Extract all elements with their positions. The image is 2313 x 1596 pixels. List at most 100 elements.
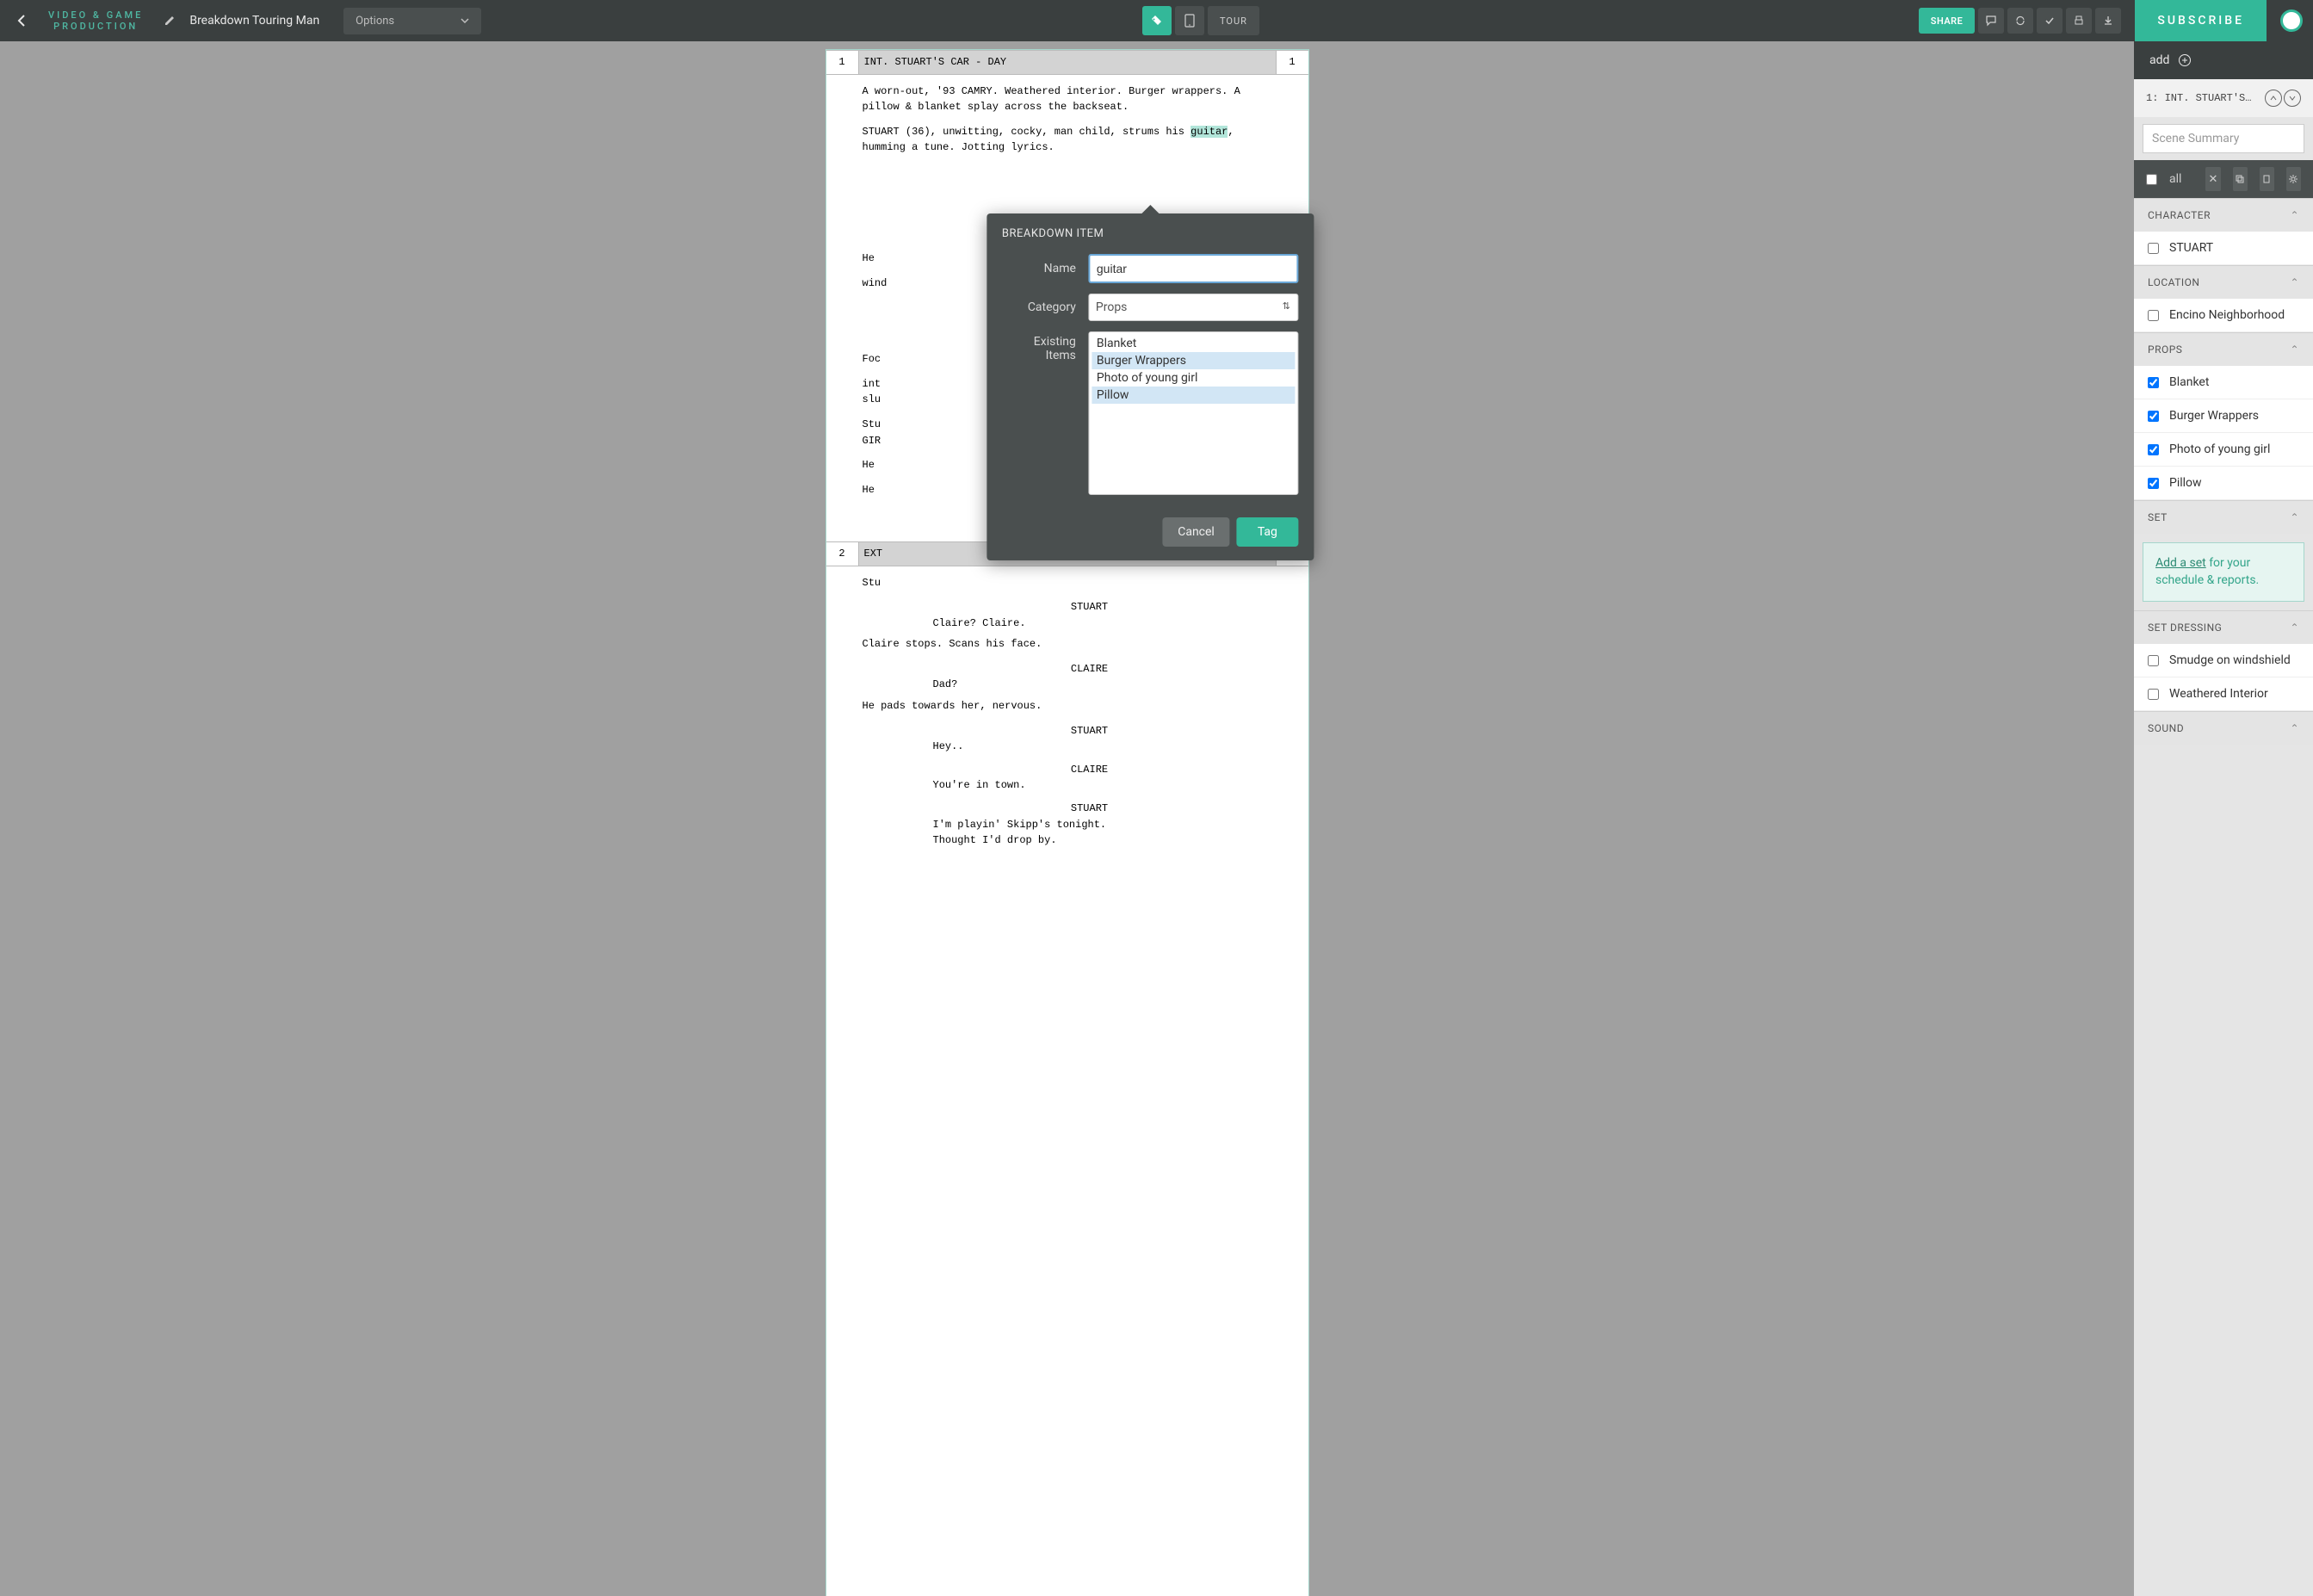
list-item[interactable]: Smudge on windshield <box>2134 644 2313 677</box>
center-tool-group: TOUR <box>1141 6 1259 35</box>
list-item[interactable]: Encino Neighborhood <box>2134 299 2313 332</box>
sync-button[interactable] <box>2007 8 2033 34</box>
category-header-location[interactable]: LOCATION⌃ <box>2134 265 2313 299</box>
chevron-up-icon: ⌃ <box>2290 511 2299 523</box>
options-dropdown[interactable]: Options <box>343 8 481 34</box>
list-item[interactable]: Weathered Interior <box>2134 677 2313 711</box>
name-label: Name <box>1002 262 1088 275</box>
existing-items-list[interactable]: Blanket Burger Wrappers Photo of young g… <box>1088 331 1298 495</box>
category-select[interactable]: Props <box>1088 294 1298 321</box>
list-item[interactable]: Photo of young girl <box>1092 369 1295 387</box>
tag-button[interactable]: Tag <box>1237 517 1298 547</box>
scene-number-left: 1 <box>826 51 859 74</box>
chevron-up-icon: ⌃ <box>2290 276 2299 288</box>
list-item[interactable]: Pillow <box>1092 387 1295 404</box>
download-button[interactable] <box>2095 8 2121 34</box>
back-button[interactable] <box>10 10 33 31</box>
action-line[interactable]: STUART (36), unwitting, cocky, man child… <box>863 124 1274 156</box>
approve-button[interactable] <box>2037 8 2063 34</box>
top-toolbar: VIDEO & GAME PRODUCTION Breakdown Tourin… <box>0 0 2313 41</box>
next-scene-button[interactable] <box>2284 90 2301 107</box>
name-input[interactable] <box>1088 254 1298 283</box>
category-header-set-dressing[interactable]: SET DRESSING⌃ <box>2134 610 2313 644</box>
chevron-up-icon: ⌃ <box>2290 722 2299 734</box>
close-selection-button[interactable]: ✕ <box>2205 167 2220 191</box>
list-item[interactable]: STUART <box>2134 232 2313 265</box>
dialogue-line[interactable]: Dad? <box>863 677 1274 693</box>
action-line[interactable]: Stu <box>863 575 1274 591</box>
item-checkbox[interactable] <box>2148 310 2159 321</box>
scene-number-left: 2 <box>826 542 859 566</box>
breakdown-sidebar: add 1: INT. STUART'S… Scene Summary all … <box>2134 41 2313 1596</box>
edit-icon[interactable] <box>158 15 181 27</box>
item-checkbox[interactable] <box>2148 444 2159 455</box>
brand-logo: VIDEO & GAME PRODUCTION <box>40 9 152 32</box>
character-cue[interactable]: STUART <box>863 801 1274 817</box>
existing-items-label: Existing Items <box>1002 331 1088 362</box>
sidebar-toolbar: all ✕ <box>2134 160 2313 198</box>
item-checkbox[interactable] <box>2148 411 2159 422</box>
right-tool-group: SHARE <box>1919 8 2122 34</box>
plus-circle-icon <box>2178 53 2192 67</box>
settings-button[interactable] <box>2286 167 2301 191</box>
print-button[interactable] <box>2066 8 2092 34</box>
item-checkbox[interactable] <box>2148 689 2159 700</box>
comment-button[interactable] <box>1978 8 2004 34</box>
category-header-set[interactable]: SET⌃ <box>2134 500 2313 534</box>
add-button[interactable]: add <box>2134 41 2313 79</box>
character-cue[interactable]: CLAIRE <box>863 661 1274 677</box>
list-item[interactable]: Pillow <box>2134 467 2313 500</box>
user-avatar[interactable] <box>2280 9 2303 32</box>
chevron-up-icon: ⌃ <box>2290 343 2299 356</box>
chevron-down-icon <box>461 18 469 23</box>
tagged-word[interactable]: guitar <box>1191 126 1228 138</box>
share-button[interactable]: SHARE <box>1919 8 1976 34</box>
scene-heading: INT. STUART'S CAR - DAY <box>859 51 1276 74</box>
action-line[interactable]: He pads towards her, nervous. <box>863 698 1274 714</box>
select-all-checkbox[interactable] <box>2146 174 2157 185</box>
action-line[interactable]: A worn-out, '93 CAMRY. Weathered interio… <box>863 84 1274 115</box>
character-cue[interactable]: STUART <box>863 723 1274 739</box>
document-title: Breakdown Touring Man <box>188 14 319 28</box>
character-cue[interactable]: STUART <box>863 599 1274 616</box>
cancel-button[interactable]: Cancel <box>1162 517 1230 547</box>
scene-heading-row[interactable]: 1 INT. STUART'S CAR - DAY 1 <box>826 50 1308 75</box>
dialogue-line[interactable]: Claire? Claire. <box>863 616 1274 632</box>
list-item[interactable]: Photo of young girl <box>2134 433 2313 467</box>
paste-button[interactable] <box>2260 167 2274 191</box>
list-item[interactable]: Burger Wrappers <box>1092 352 1295 369</box>
subscribe-button[interactable]: SUBSCRIBE <box>2135 0 2267 41</box>
character-cue[interactable]: CLAIRE <box>863 762 1274 778</box>
item-checkbox[interactable] <box>2148 478 2159 489</box>
modal-title: BREAKDOWN ITEM <box>986 213 1314 249</box>
breakdown-item-modal: BREAKDOWN ITEM Name Category Props Exist… <box>986 213 1314 560</box>
dialogue-line[interactable]: You're in town. <box>863 777 1274 794</box>
item-checkbox[interactable] <box>2148 243 2159 254</box>
item-checkbox[interactable] <box>2148 377 2159 388</box>
tour-button[interactable]: TOUR <box>1208 6 1259 35</box>
add-set-hint[interactable]: Add a set for your schedule & reports. <box>2143 542 2304 602</box>
copy-button[interactable] <box>2233 167 2248 191</box>
list-item[interactable]: Burger Wrappers <box>2134 399 2313 433</box>
chevron-up-icon: ⌃ <box>2290 622 2299 634</box>
dialogue-line[interactable]: Hey.. <box>863 739 1274 755</box>
scene-number-right: 1 <box>1276 51 1308 74</box>
tag-mode-button[interactable] <box>1142 6 1172 35</box>
scene-nav-label[interactable]: 1: INT. STUART'S… <box>2146 92 2251 104</box>
scene-summary-input[interactable]: Scene Summary <box>2143 124 2304 153</box>
item-checkbox[interactable] <box>2148 655 2159 666</box>
category-header-props[interactable]: PROPS⌃ <box>2134 332 2313 366</box>
dialogue-line[interactable]: I'm playin' Skipp's tonight. <box>863 817 1274 833</box>
chevron-up-icon: ⌃ <box>2290 209 2299 221</box>
list-item[interactable]: Blanket <box>2134 366 2313 399</box>
category-header-character[interactable]: CHARACTER⌃ <box>2134 198 2313 232</box>
scene-nav: 1: INT. STUART'S… <box>2134 79 2313 117</box>
device-preview-button[interactable] <box>1175 6 1204 35</box>
category-label: Category <box>1002 300 1088 314</box>
gear-icon <box>2288 174 2298 184</box>
dialogue-line[interactable]: Thought I'd drop by. <box>863 832 1274 849</box>
action-line[interactable]: Claire stops. Scans his face. <box>863 636 1274 653</box>
prev-scene-button[interactable] <box>2265 90 2282 107</box>
list-item[interactable]: Blanket <box>1092 335 1295 352</box>
category-header-sound[interactable]: SOUND⌃ <box>2134 711 2313 745</box>
